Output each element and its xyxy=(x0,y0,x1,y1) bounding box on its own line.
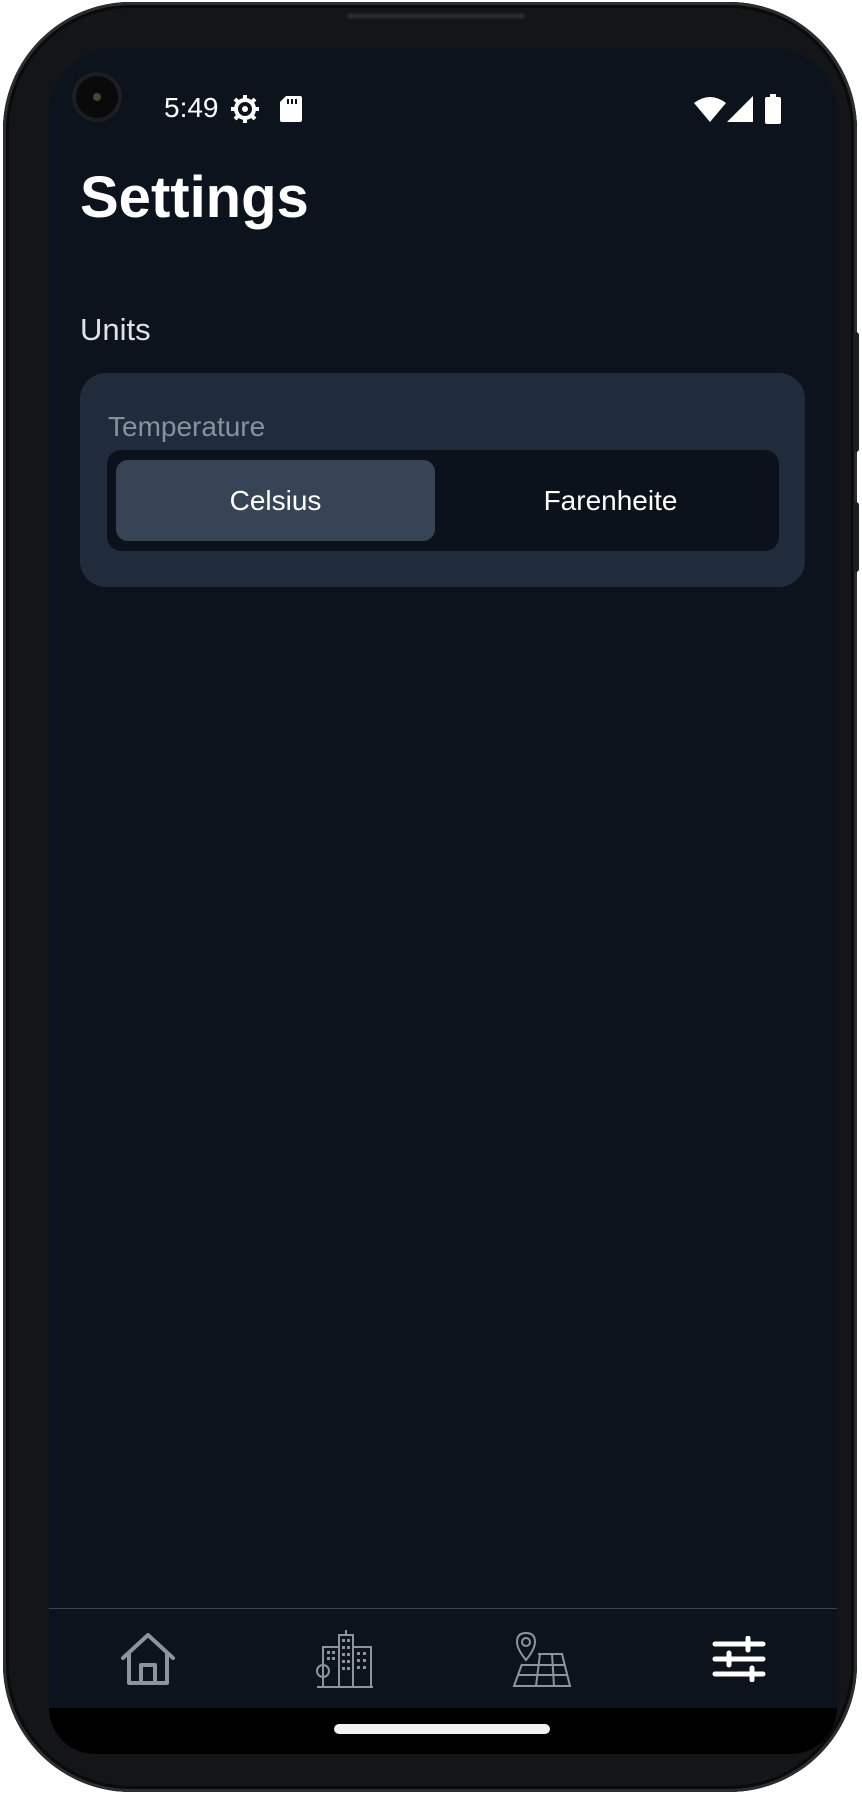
cell-signal-icon xyxy=(727,96,753,122)
nav-home[interactable] xyxy=(49,1609,246,1708)
temperature-unit-toggle: Celsius Farenheite xyxy=(107,450,779,551)
page-title: Settings xyxy=(80,165,309,230)
city-buildings-icon xyxy=(315,1629,375,1689)
sd-card-icon xyxy=(280,96,302,122)
earpiece-speaker xyxy=(346,12,526,20)
gesture-nav-area xyxy=(49,1708,837,1754)
bottom-navigation xyxy=(49,1609,837,1708)
nav-cities[interactable] xyxy=(246,1609,443,1708)
temperature-label: Temperature xyxy=(108,411,266,442)
home-icon xyxy=(119,1631,177,1687)
battery-icon xyxy=(765,94,781,124)
nav-settings[interactable] xyxy=(640,1609,837,1708)
celsius-option[interactable]: Celsius xyxy=(116,460,435,541)
map-pin-icon xyxy=(512,1630,572,1688)
farenheite-option[interactable]: Farenheite xyxy=(451,460,770,541)
app-screen: 5:49 Settings Units Temperature Celsius … xyxy=(49,48,837,1708)
status-time: 5:49 xyxy=(164,92,219,123)
power-button xyxy=(853,502,859,572)
temperature-units-card: Temperature Celsius Farenheite xyxy=(80,373,805,587)
nav-map[interactable] xyxy=(443,1609,640,1708)
phone-frame: 5:49 Settings Units Temperature Celsius … xyxy=(3,2,859,1792)
volume-button xyxy=(853,332,859,452)
front-camera xyxy=(76,76,118,118)
settings-gear-icon xyxy=(230,94,260,124)
units-section-label: Units xyxy=(80,312,151,347)
wifi-icon xyxy=(694,96,726,122)
sliders-icon xyxy=(712,1635,766,1682)
home-gesture-handle[interactable] xyxy=(334,1724,550,1734)
